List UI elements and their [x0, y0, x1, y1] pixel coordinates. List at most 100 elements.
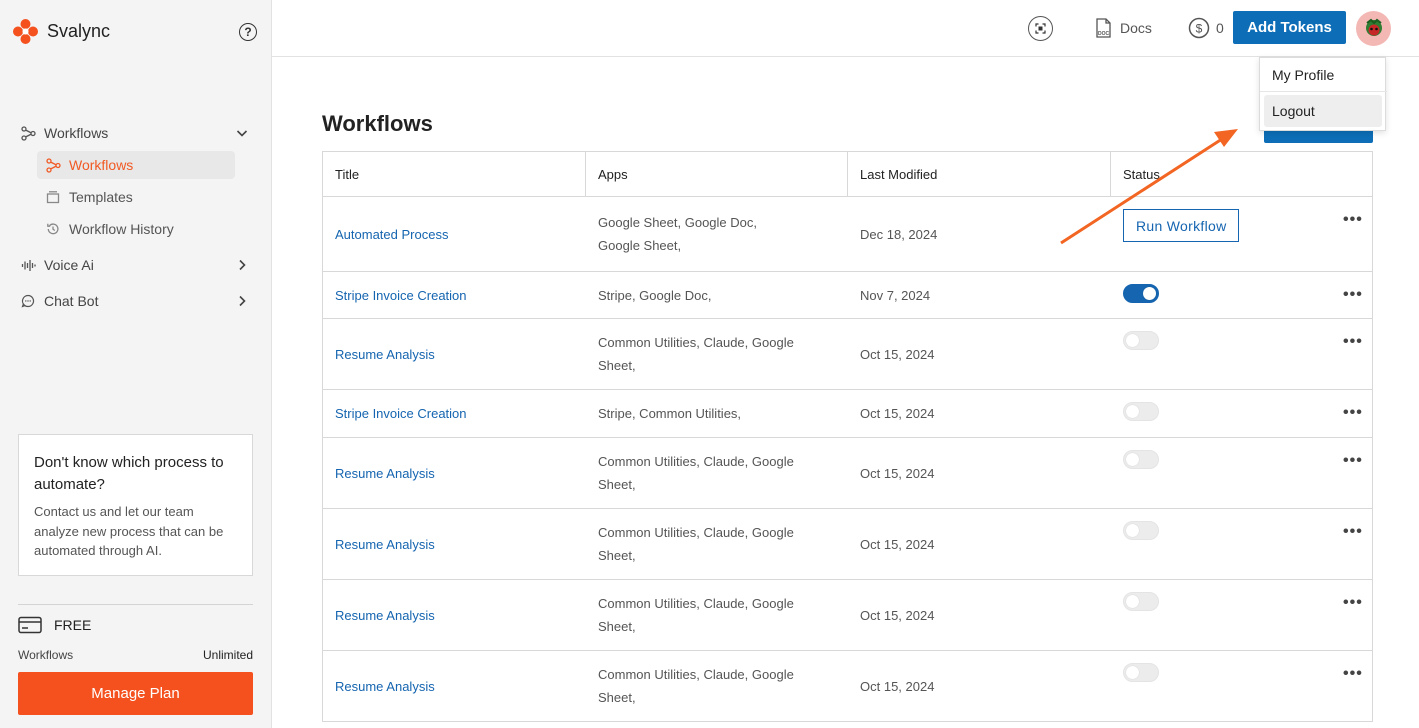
sidebar-item-label: Workflow History: [69, 221, 174, 237]
menu-divider: [1260, 91, 1387, 92]
table-body: Automated Process Google Sheet, Google Do…: [323, 197, 1372, 722]
contact-promo-card[interactable]: Don't know which process to automate? Co…: [18, 434, 253, 576]
workflow-status: [1111, 390, 1372, 437]
docs-label: Docs: [1120, 20, 1152, 36]
menu-item-logout[interactable]: Logout: [1264, 95, 1382, 127]
more-options-icon[interactable]: •••: [1343, 211, 1363, 229]
token-balance: $ 0: [1188, 17, 1224, 39]
table-row[interactable]: Resume Analysis Common Utilities, Claude,…: [323, 580, 1372, 651]
credit-card-icon: [18, 616, 42, 634]
workflows-table: Title Apps Last Modified Status Automate…: [322, 151, 1373, 722]
column-header-apps: Apps: [586, 152, 848, 196]
avatar[interactable]: [1356, 11, 1391, 46]
workflow-title-link[interactable]: Automated Process: [323, 197, 586, 271]
workflow-last-modified: Oct 15, 2024: [860, 607, 935, 623]
status-toggle[interactable]: [1123, 402, 1159, 421]
workflow-title-link[interactable]: Resume Analysis: [323, 580, 586, 650]
nav-group-label: Workflows: [44, 125, 109, 141]
nav-group-voice-ai[interactable]: Voice Ai: [0, 250, 272, 280]
svg-text:DOC: DOC: [1098, 31, 1110, 37]
workflow-apps: Common Utilities, Claude, Google Sheet,: [598, 454, 794, 492]
workflow-title-link[interactable]: Stripe Invoice Creation: [323, 390, 586, 437]
status-toggle[interactable]: [1123, 592, 1159, 611]
add-tokens-button[interactable]: Add Tokens: [1233, 11, 1346, 44]
table-row[interactable]: Stripe Invoice Creation Stripe, Common Ut…: [323, 390, 1372, 438]
more-options-icon[interactable]: •••: [1343, 333, 1363, 351]
doc-file-icon: DOC: [1096, 18, 1111, 38]
column-header-last-modified: Last Modified: [848, 152, 1111, 196]
svalync-logo-icon: [13, 19, 38, 44]
more-options-icon[interactable]: •••: [1343, 665, 1363, 683]
chevron-right-icon: [234, 257, 250, 273]
status-toggle[interactable]: [1123, 284, 1159, 303]
more-options-icon[interactable]: •••: [1343, 523, 1363, 541]
sidebar-item-workflows[interactable]: Workflows: [37, 151, 235, 179]
workflow-title-link[interactable]: Resume Analysis: [323, 319, 586, 389]
brand-logo[interactable]: Svalync: [12, 18, 110, 45]
menu-item-my-profile[interactable]: My Profile: [1264, 59, 1382, 91]
top-header: DOC Docs $ 0 Add Tokens: [272, 0, 1419, 57]
workflow-last-modified: Oct 15, 2024: [860, 678, 935, 694]
table-row[interactable]: Resume Analysis Common Utilities, Claude,…: [323, 651, 1372, 722]
divider: [18, 604, 253, 605]
table-row[interactable]: Resume Analysis Common Utilities, Claude,…: [323, 509, 1372, 580]
workflow-apps: Stripe, Common Utilities,: [598, 406, 742, 421]
toggle-knob: [1126, 524, 1139, 537]
plan-name: FREE: [54, 617, 92, 633]
sidebar-item-templates[interactable]: Templates: [37, 183, 235, 211]
workflow-title-link[interactable]: Resume Analysis: [323, 509, 586, 579]
workflow-title-link[interactable]: Resume Analysis: [323, 438, 586, 508]
plan-workflows-limit: Workflows Unlimited: [18, 648, 253, 662]
nav-group-workflows[interactable]: Workflows: [0, 118, 272, 148]
workflow-last-modified: Oct 15, 2024: [860, 346, 935, 362]
workflow-last-modified: Oct 15, 2024: [860, 465, 935, 481]
history-icon: [45, 221, 61, 237]
workflow-apps: Common Utilities, Claude, Google Sheet,: [598, 596, 794, 634]
chevron-right-icon: [234, 293, 250, 309]
status-toggle[interactable]: [1123, 450, 1159, 469]
more-options-icon[interactable]: •••: [1343, 404, 1363, 422]
more-options-icon[interactable]: •••: [1343, 286, 1363, 304]
screenshot-icon[interactable]: [1028, 16, 1053, 41]
profile-menu: My Profile Logout: [1259, 57, 1387, 131]
manage-plan-button[interactable]: Manage Plan: [18, 672, 253, 715]
table-row[interactable]: Stripe Invoice Creation Stripe, Google Do…: [323, 272, 1372, 319]
table-row[interactable]: Automated Process Google Sheet, Google Do…: [323, 197, 1372, 272]
workflow-status: [1111, 319, 1372, 389]
audio-wave-icon: [20, 257, 36, 273]
workflow-apps: Stripe, Google Doc,: [598, 287, 712, 303]
sidebar-item-workflow-history[interactable]: Workflow History: [37, 215, 235, 243]
more-options-icon[interactable]: •••: [1343, 452, 1363, 470]
more-options-icon[interactable]: •••: [1343, 594, 1363, 612]
sidebar-item-label: Templates: [69, 189, 133, 205]
workflow-title-link[interactable]: Resume Analysis: [323, 651, 586, 721]
workflow-title-link[interactable]: Stripe Invoice Creation: [323, 272, 586, 318]
brand-name: Svalync: [47, 21, 111, 41]
workflow-status: [1111, 580, 1372, 650]
workflow-last-modified: Dec 18, 2024: [860, 226, 938, 242]
nav-group-chat-bot[interactable]: Chat Bot: [0, 286, 272, 316]
workflow-status: Run Workflow: [1111, 197, 1372, 271]
page-title: Workflows: [322, 111, 433, 136]
table-header: Title Apps Last Modified Status: [323, 152, 1372, 197]
workflow-icon: [45, 157, 61, 173]
toggle-knob: [1126, 405, 1139, 418]
docs-link[interactable]: DOC Docs: [1095, 18, 1152, 38]
help-icon[interactable]: ?: [239, 23, 257, 41]
run-workflow-button[interactable]: Run Workflow: [1123, 209, 1240, 242]
table-row[interactable]: Resume Analysis Common Utilities, Claude,…: [323, 438, 1372, 509]
svg-text:$: $: [1196, 22, 1203, 36]
column-header-status: Status: [1123, 166, 1160, 182]
workflow-last-modified: Oct 15, 2024: [860, 536, 935, 552]
sidebar-item-label: Workflows: [69, 157, 134, 173]
plan-workflows-value: Unlimited: [202, 648, 253, 662]
toggle-knob: [1126, 453, 1139, 466]
promo-body: Contact us and let our team analyze new …: [34, 504, 224, 558]
chat-icon: [20, 293, 36, 309]
status-toggle[interactable]: [1123, 663, 1159, 682]
status-toggle[interactable]: [1123, 331, 1159, 350]
table-row[interactable]: Resume Analysis Common Utilities, Claude,…: [323, 319, 1372, 390]
workflow-last-modified: Nov 7, 2024: [860, 287, 931, 303]
status-toggle[interactable]: [1123, 521, 1159, 540]
toggle-knob: [1126, 595, 1139, 608]
